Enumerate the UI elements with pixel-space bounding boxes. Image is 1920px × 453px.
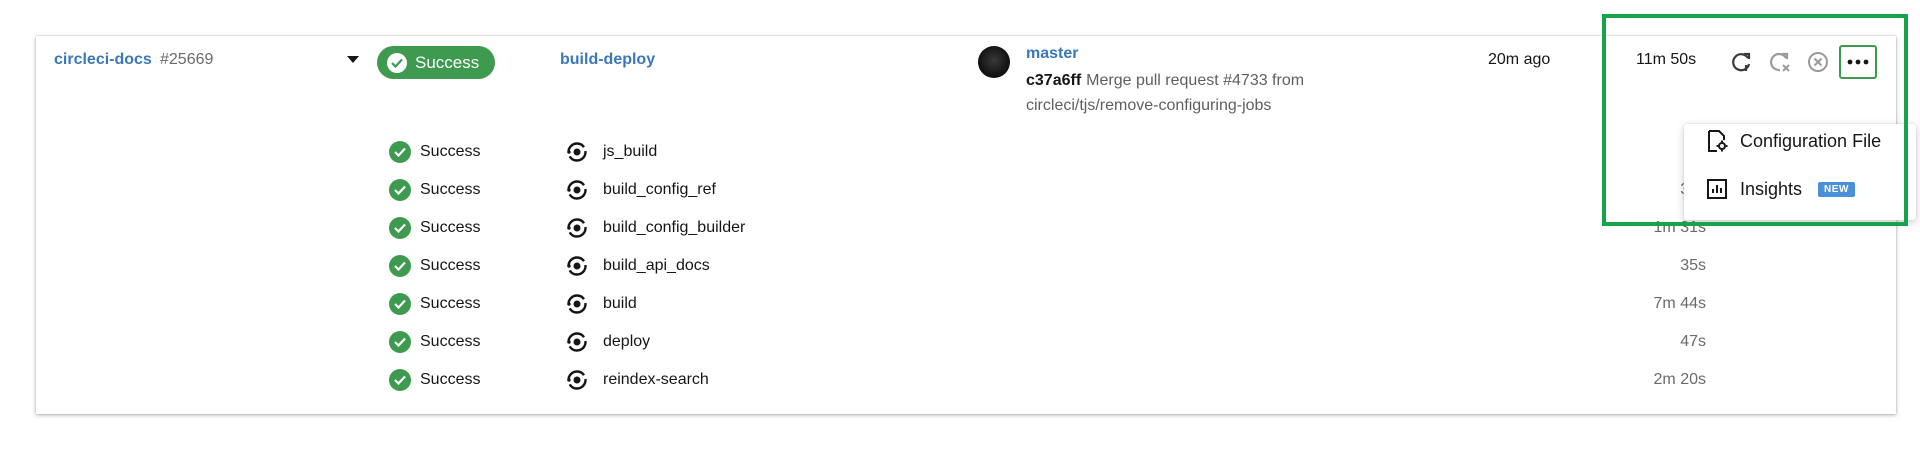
pipeline-number: #25669 <box>160 51 214 68</box>
expand-caret-icon[interactable] <box>347 56 359 63</box>
job-icon <box>567 142 587 162</box>
commit-message-cont: circleci/tjs/remove-configuring-jobs <box>1026 97 1272 114</box>
job-status: Success <box>420 181 481 198</box>
project-link[interactable]: circleci-docs <box>54 51 152 69</box>
avatar <box>978 46 1010 78</box>
branch-link[interactable]: master <box>1026 45 1078 63</box>
check-icon <box>389 369 411 391</box>
job-row: Success reindex-search 2m 20s <box>36 361 1896 399</box>
check-icon <box>389 255 411 277</box>
job-name-link[interactable]: build_config_builder <box>603 219 745 237</box>
job-row: Success build 7m 44s <box>36 285 1896 323</box>
commit-sha[interactable]: c37a6ff <box>1026 72 1081 89</box>
job-name-link[interactable]: js_build <box>603 143 657 161</box>
check-icon <box>387 52 407 73</box>
job-status: Success <box>420 219 481 236</box>
job-duration: 47s <box>1680 333 1706 350</box>
job-status: Success <box>420 295 481 312</box>
job-status: Success <box>420 371 481 388</box>
workflow-status-label: Success <box>415 52 480 72</box>
job-duration: 35s <box>1680 257 1706 274</box>
job-name-link[interactable]: deploy <box>603 333 650 351</box>
job-icon <box>567 370 587 390</box>
check-icon <box>389 331 411 353</box>
job-status: Success <box>420 143 481 160</box>
check-icon <box>389 141 411 163</box>
job-icon <box>567 256 587 276</box>
job-name-link[interactable]: build_config_ref <box>603 181 716 199</box>
job-duration: 7m 44s <box>1653 295 1706 312</box>
job-row: Success build_api_docs 35s <box>36 247 1896 285</box>
job-icon <box>567 332 587 352</box>
job-duration: 2m 20s <box>1653 371 1706 388</box>
job-icon <box>567 294 587 314</box>
job-status: Success <box>420 257 481 274</box>
check-icon <box>389 217 411 239</box>
job-row: Success deploy 47s <box>36 323 1896 361</box>
check-icon <box>389 293 411 315</box>
highlight-box <box>1602 14 1908 226</box>
job-name-link[interactable]: reindex-search <box>603 371 709 389</box>
workflow-link[interactable]: build-deploy <box>560 51 655 69</box>
job-icon <box>567 218 587 238</box>
commit-info: c37a6ff Merge pull request #4733 from <box>1026 72 1304 90</box>
time-ago: 20m ago <box>1488 51 1551 68</box>
commit-message: Merge pull request #4733 from <box>1086 72 1305 89</box>
job-icon <box>567 180 587 200</box>
job-status: Success <box>420 333 481 350</box>
job-name-link[interactable]: build <box>603 295 637 313</box>
check-icon <box>389 179 411 201</box>
job-name-link[interactable]: build_api_docs <box>603 257 710 275</box>
workflow-status-badge[interactable]: Success <box>377 46 495 79</box>
